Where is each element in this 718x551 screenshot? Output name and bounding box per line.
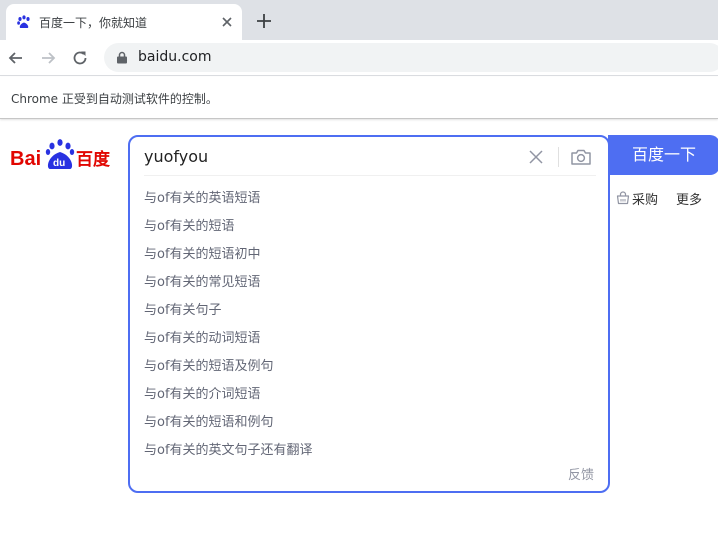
- tab-title: 百度一下，你就知道: [39, 16, 148, 30]
- baidu-page: Bai du 百度 yuofyou 与of有关的英语短语 与of有关的短语 与o…: [0, 121, 718, 551]
- suggestion-item[interactable]: 与of有关句子: [144, 297, 594, 325]
- suggestion-item[interactable]: 与of有关的英文句子还有翻译: [144, 437, 594, 465]
- new-tab-icon[interactable]: [256, 13, 272, 29]
- reload-icon[interactable]: [71, 49, 89, 67]
- suggestion-item[interactable]: 与of有关的短语初中: [144, 241, 594, 269]
- search-input[interactable]: yuofyou: [144, 147, 208, 166]
- logo-text-right: 百度: [76, 149, 111, 170]
- purchase-label: 采购: [632, 192, 659, 208]
- infobar-text: Chrome 正受到自动测试软件的控制。: [11, 92, 218, 106]
- shopping-basket-icon: [616, 191, 630, 205]
- browser-tab[interactable]: 百度一下，你就知道: [6, 4, 242, 40]
- baidu-logo[interactable]: Bai du 百度: [10, 136, 115, 174]
- back-arrow-icon[interactable]: [7, 49, 25, 67]
- tab-strip: 百度一下，你就知道: [0, 0, 718, 40]
- address-bar[interactable]: baidu.com: [104, 43, 718, 72]
- forward-arrow-icon[interactable]: [39, 49, 57, 67]
- suggestion-item[interactable]: 与of有关的英语短语: [144, 185, 594, 213]
- close-icon[interactable]: [220, 15, 234, 29]
- suggestion-item[interactable]: 与of有关的动词短语: [144, 325, 594, 353]
- baidu-paw-icon: [17, 15, 30, 28]
- purchase-link[interactable]: 采购: [616, 189, 659, 208]
- suggestion-item[interactable]: 与of有关的常见短语: [144, 269, 594, 297]
- logo-text-paw: du: [53, 158, 65, 169]
- divider: [558, 147, 559, 167]
- separator: [144, 175, 596, 176]
- lock-icon: [117, 51, 127, 64]
- suggestion-item[interactable]: 与of有关的短语和例句: [144, 409, 594, 437]
- clear-icon[interactable]: [528, 149, 544, 165]
- search-box[interactable]: yuofyou 与of有关的英语短语 与of有关的短语 与of有关的短语初中 与…: [128, 135, 610, 493]
- camera-icon[interactable]: [570, 147, 592, 167]
- suggestion-item[interactable]: 与of有关的短语及例句: [144, 353, 594, 381]
- suggestion-item[interactable]: 与of有关的介词短语: [144, 381, 594, 409]
- suggestion-item[interactable]: 与of有关的短语: [144, 213, 594, 241]
- search-button[interactable]: 百度一下: [608, 135, 718, 175]
- more-link[interactable]: 更多: [676, 189, 702, 208]
- feedback-link[interactable]: 反馈: [568, 464, 594, 483]
- browser-toolbar: baidu.com: [0, 40, 718, 76]
- automation-infobar: Chrome 正受到自动测试软件的控制。: [0, 77, 718, 119]
- suggestion-list: 与of有关的英语短语 与of有关的短语 与of有关的短语初中 与of有关的常见短…: [144, 185, 594, 465]
- logo-text-left: Bai: [10, 148, 41, 170]
- url-text: baidu.com: [138, 49, 212, 65]
